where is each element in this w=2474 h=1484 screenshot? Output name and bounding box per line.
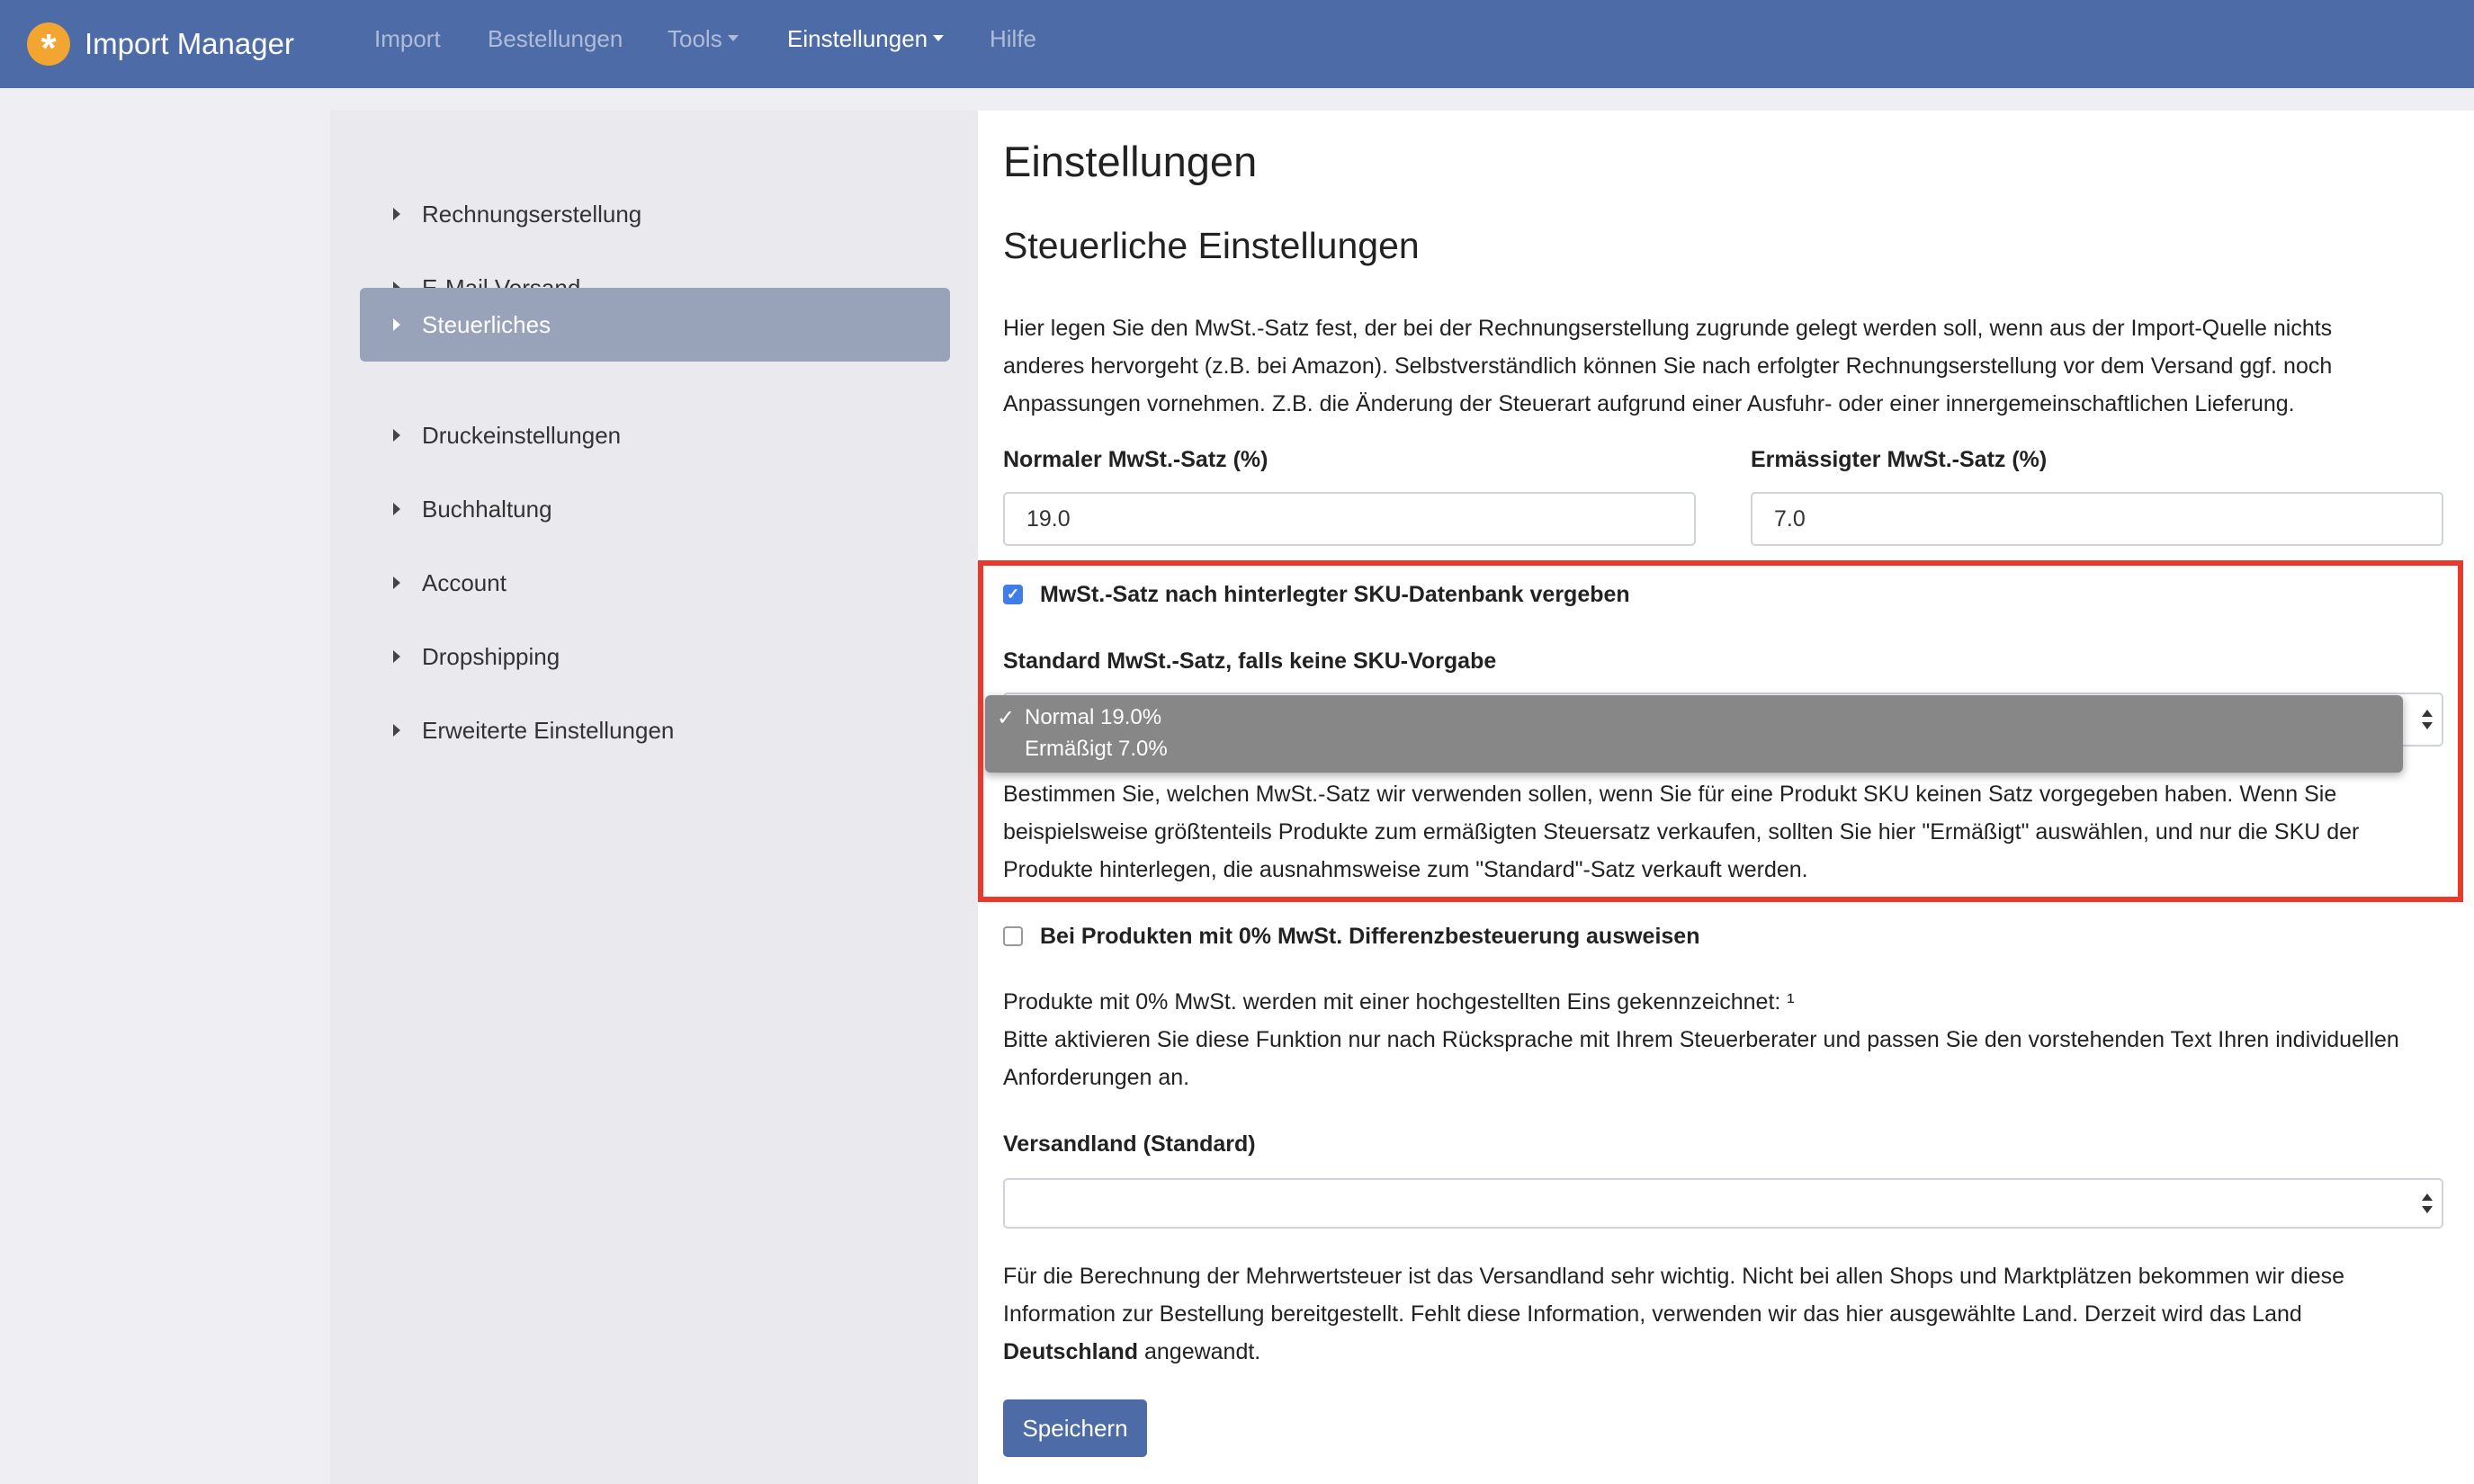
checkmark-icon: ✓ (1006, 586, 1020, 603)
nav-orders[interactable]: Bestellungen (488, 25, 623, 53)
nav-tools[interactable]: Tools (668, 25, 739, 53)
intro-line: Hier legen Sie den MwSt.-Satz fest, der … (1003, 316, 2333, 341)
caret-right-icon (393, 650, 400, 663)
chevron-down-icon (727, 34, 739, 41)
help-line: Bestimmen Sie, welchen MwSt.-Satz wir ve… (1003, 782, 2337, 807)
default-rate-help: Bestimmen Sie, welchen MwSt.-Satz wir ve… (1003, 775, 2443, 889)
sidebar-item-invoicing[interactable]: Rechnungserstellung (360, 177, 950, 251)
sidebar-item-tax[interactable]: Steuerliches (360, 288, 950, 362)
caret-right-icon (393, 318, 400, 331)
help-line: beispielsweise größtenteils Produkte zum… (1003, 819, 2360, 845)
sidebar-item-label: Erweiterte Einstellungen (422, 716, 675, 744)
save-button[interactable]: Speichern (1003, 1399, 1147, 1457)
page-title: Einstellungen (1003, 138, 1258, 185)
app-name: Import Manager (85, 27, 294, 60)
nav-tools-label: Tools (668, 25, 722, 52)
caret-right-icon (393, 503, 400, 515)
nav-import[interactable]: Import (374, 25, 441, 53)
nav-settings-label: Einstellungen (787, 25, 928, 52)
nav-settings[interactable]: Einstellungen (787, 25, 945, 53)
sidebar-item-print[interactable]: Druckeinstellungen (360, 398, 950, 472)
sidebar-item-advanced[interactable]: Erweiterte Einstellungen (360, 693, 950, 767)
reduced-rate-label: Ermässigter MwSt.-Satz (%) (1751, 447, 2048, 472)
brand[interactable]: * Import Manager (27, 19, 294, 69)
caret-right-icon (393, 208, 400, 220)
help-line: Deutschland angewandt. (1003, 1333, 2443, 1371)
caret-right-icon (393, 724, 400, 737)
sidebar-item-label: Account (422, 568, 506, 596)
current-country: Deutschland (1003, 1339, 1139, 1364)
caret-right-icon (393, 577, 400, 589)
select-arrows-icon (2422, 709, 2433, 730)
normal-rate-label: Normaler MwSt.-Satz (%) (1003, 447, 1268, 472)
intro-line: anderes hervorgeht (z.B. bei Amazon). Se… (1003, 353, 2333, 379)
shipping-country-select[interactable] (1003, 1178, 2443, 1229)
dropdown-option-normal[interactable]: Normal 19.0% (1025, 705, 1161, 730)
sidebar-item-accounting[interactable]: Buchhaltung (360, 472, 950, 546)
help-line: Information zur Bestellung bereitgestell… (1003, 1301, 2302, 1327)
intro-line: Anpassungen vornehmen. Z.B. die Änderung… (1003, 391, 2295, 416)
help-line: Für die Berechnung der Mehrwertsteuer is… (1003, 1264, 2345, 1289)
help-line: Produkte mit 0% MwSt. werden mit einer h… (1003, 989, 1795, 1015)
margin-tax-checkbox-label: Bei Produkten mit 0% MwSt. Differenzbest… (1040, 924, 1700, 949)
checkmark-icon: ✓ (997, 706, 1016, 730)
reduced-rate-input[interactable]: 7.0 (1751, 492, 2443, 546)
intro-text: Hier legen Sie den MwSt.-Satz fest, der … (1003, 309, 2443, 423)
help-line: Anforderungen an. (1003, 1065, 1190, 1090)
margin-tax-help: Produkte mit 0% MwSt. werden mit einer h… (1003, 983, 2461, 1096)
nav-help[interactable]: Hilfe (990, 25, 1036, 53)
margin-tax-checkbox[interactable] (1003, 926, 1023, 946)
help-suffix: angewandt. (1138, 1339, 1261, 1364)
default-rate-label: Standard MwSt.-Satz, falls keine SKU-Vor… (1003, 648, 1497, 674)
sku-checkbox-label: MwSt.-Satz nach hinterlegter SKU-Datenba… (1040, 582, 1630, 607)
sidebar-item-account[interactable]: Account (360, 546, 950, 620)
sidebar: Rechnungserstellung E-Mail Versand Steue… (330, 111, 978, 1484)
sidebar-item-dropshipping[interactable]: Dropshipping (360, 620, 950, 693)
logo-icon: * (27, 22, 70, 68)
section-title: Steuerliche Einstellungen (1003, 225, 1420, 266)
shipping-help: Für die Berechnung der Mehrwertsteuer is… (1003, 1257, 2443, 1371)
caret-right-icon (393, 429, 400, 442)
chevron-down-icon (933, 34, 945, 41)
sku-checkbox[interactable]: ✓ (1003, 585, 1023, 604)
normal-rate-input[interactable]: 19.0 (1003, 492, 1696, 546)
sidebar-item-label: Buchhaltung (422, 495, 552, 523)
top-navbar: * Import Manager Import Bestellungen Too… (0, 0, 2474, 88)
sidebar-item-label: Druckeinstellungen (422, 421, 622, 449)
help-line: Produkte hinterlegen, die ausnahmsweise … (1003, 857, 1808, 882)
shipping-country-label: Versandland (Standard) (1003, 1131, 1256, 1157)
sidebar-item-label: Rechnungserstellung (422, 200, 642, 228)
help-line: Bitte aktivieren Sie diese Funktion nur … (1003, 1027, 2399, 1052)
default-rate-dropdown: ✓ Normal 19.0% Ermäßigt 7.0% (985, 695, 2403, 773)
dropdown-option-reduced[interactable]: Ermäßigt 7.0% (1025, 737, 1168, 762)
sidebar-item-label: Steuerliches (422, 310, 551, 338)
select-arrows-icon (2422, 1193, 2433, 1214)
sidebar-item-label: Dropshipping (422, 642, 560, 670)
